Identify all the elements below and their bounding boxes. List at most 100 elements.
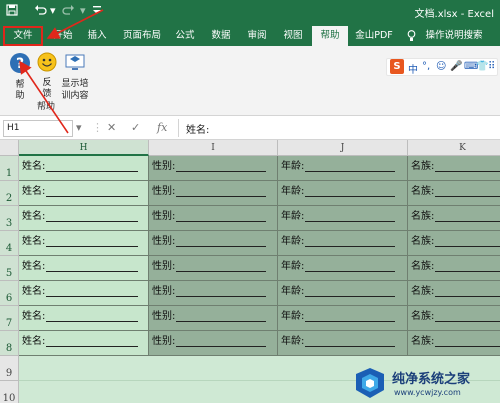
tell-me-search[interactable]: 操作说明搜索 bbox=[420, 27, 488, 44]
watermark-text: 纯净系统之家 bbox=[392, 372, 471, 387]
help-button[interactable]: ? 帮助 bbox=[8, 52, 32, 102]
column-header-i[interactable]: I bbox=[149, 140, 278, 156]
cell-h1[interactable]: 姓名: bbox=[19, 156, 149, 181]
select-all-corner[interactable] bbox=[0, 140, 19, 156]
cell-j8[interactable]: 年龄: bbox=[278, 331, 408, 356]
confirm-entry-button[interactable]: ✓ bbox=[131, 121, 140, 134]
cell-h5[interactable]: 姓名: bbox=[19, 256, 149, 281]
row-header-3[interactable]: 3 bbox=[0, 206, 19, 231]
cell-j4[interactable]: 年龄: bbox=[278, 231, 408, 256]
cell-label: 姓名: bbox=[22, 161, 46, 172]
feedback-button[interactable]: 反馈 bbox=[36, 52, 58, 100]
lightbulb-icon bbox=[404, 27, 418, 44]
fill-in-underline bbox=[176, 235, 267, 247]
tab-view[interactable]: 视图 bbox=[278, 27, 308, 44]
ime-chinese-mode[interactable]: 中 bbox=[408, 61, 418, 76]
cell-k6[interactable]: 名族: bbox=[408, 281, 500, 306]
name-box[interactable]: H1 bbox=[3, 120, 73, 137]
skin-icon[interactable]: 👕 bbox=[476, 61, 488, 72]
ime-punctuation[interactable]: °, bbox=[422, 61, 430, 72]
customize-icon[interactable] bbox=[92, 4, 102, 19]
row-header-7[interactable]: 7 bbox=[0, 306, 19, 331]
row-header-6[interactable]: 6 bbox=[0, 281, 19, 306]
cell-k4[interactable]: 名族: bbox=[408, 231, 500, 256]
column-header-j[interactable]: J bbox=[278, 140, 408, 156]
undo-dropdown-icon[interactable]: ▾ bbox=[50, 4, 56, 17]
ribbon-tabs: 文件 开始 插入 页面布局 公式 数据 审阅 视图 帮助 金山PDF 操作说明搜… bbox=[0, 24, 500, 46]
tab-help[interactable]: 帮助 bbox=[312, 26, 348, 46]
fill-in-underline bbox=[176, 185, 267, 197]
ime-menu-icon[interactable]: ⠿ bbox=[488, 61, 495, 72]
watermark-logo-icon bbox=[356, 368, 384, 398]
cell-h10[interactable] bbox=[19, 381, 149, 403]
cell-j6[interactable]: 年龄: bbox=[278, 281, 408, 306]
cell-h3[interactable]: 姓名: bbox=[19, 206, 149, 231]
cell-i6[interactable]: 性别: bbox=[149, 281, 278, 306]
cell-label: 性别: bbox=[152, 161, 176, 172]
cell-i5[interactable]: 性别: bbox=[149, 256, 278, 281]
microphone-icon[interactable]: 🎤 bbox=[450, 61, 462, 72]
row-header-1[interactable]: 1 bbox=[0, 156, 19, 181]
redo-dropdown-icon[interactable]: ▾ bbox=[80, 4, 86, 17]
cell-h7[interactable]: 姓名: bbox=[19, 306, 149, 331]
cell-i3[interactable]: 性别: bbox=[149, 206, 278, 231]
cell-h9[interactable] bbox=[19, 356, 149, 381]
row-header-8[interactable]: 8 bbox=[0, 331, 19, 356]
cell-i9[interactable] bbox=[149, 356, 278, 381]
insert-function-button[interactable]: fx bbox=[157, 121, 167, 134]
cell-j3[interactable]: 年龄: bbox=[278, 206, 408, 231]
cell-i7[interactable]: 性别: bbox=[149, 306, 278, 331]
cell-label: 年龄: bbox=[281, 186, 305, 197]
cell-label: 年龄: bbox=[281, 261, 305, 272]
tab-insert[interactable]: 插入 bbox=[82, 27, 112, 44]
name-box-dropdown-icon[interactable]: ▾ bbox=[76, 121, 82, 134]
tab-home[interactable]: 开始 bbox=[48, 27, 78, 44]
row-header-4[interactable]: 4 bbox=[0, 231, 19, 256]
cell-k1[interactable]: 名族: bbox=[408, 156, 500, 181]
cell-k2[interactable]: 名族: bbox=[408, 181, 500, 206]
column-header-k[interactable]: K bbox=[408, 140, 500, 156]
cell-k3[interactable]: 名族: bbox=[408, 206, 500, 231]
column-header-h[interactable]: H bbox=[19, 140, 149, 156]
formula-input[interactable]: 姓名: bbox=[186, 121, 209, 136]
cell-j1[interactable]: 年龄: bbox=[278, 156, 408, 181]
tab-page-layout[interactable]: 页面布局 bbox=[118, 27, 166, 44]
file-tab-highlight-box bbox=[3, 26, 43, 46]
cell-i8[interactable]: 性别: bbox=[149, 331, 278, 356]
row-header-2[interactable]: 2 bbox=[0, 181, 19, 206]
cell-label: 年龄: bbox=[281, 286, 305, 297]
fill-in-underline bbox=[176, 210, 267, 222]
row-header-5[interactable]: 5 bbox=[0, 256, 19, 281]
cell-j2[interactable]: 年龄: bbox=[278, 181, 408, 206]
row-header-10[interactable]: 10 bbox=[0, 381, 19, 403]
cell-j5[interactable]: 年龄: bbox=[278, 256, 408, 281]
show-training-button[interactable]: 显示培 训内容 bbox=[60, 52, 90, 102]
cell-i2[interactable]: 性别: bbox=[149, 181, 278, 206]
cell-k7[interactable]: 名族: bbox=[408, 306, 500, 331]
worksheet-grid[interactable]: HIJK 1 姓名: 性别: 年龄: 名族: 2 姓名: 性别: 年龄: 名族: 3 姓名: 性别: 年龄… bbox=[0, 140, 500, 403]
tab-formulas[interactable]: 公式 bbox=[170, 27, 200, 44]
tab-data[interactable]: 数据 bbox=[206, 27, 236, 44]
cell-label: 性别: bbox=[152, 186, 176, 197]
tab-jinshan-pdf[interactable]: 金山PDF bbox=[350, 27, 398, 44]
cell-i4[interactable]: 性别: bbox=[149, 231, 278, 256]
cancel-entry-button[interactable]: ✕ bbox=[107, 121, 116, 134]
row-header-9[interactable]: 9 bbox=[0, 356, 19, 381]
cell-h2[interactable]: 姓名: bbox=[19, 181, 149, 206]
cell-h4[interactable]: 姓名: bbox=[19, 231, 149, 256]
emoji-icon[interactable]: ☺ bbox=[436, 61, 446, 72]
save-icon[interactable] bbox=[6, 4, 18, 19]
fill-in-underline bbox=[305, 235, 396, 247]
cell-h8[interactable]: 姓名: bbox=[19, 331, 149, 356]
redo-icon[interactable] bbox=[62, 4, 75, 19]
undo-icon[interactable] bbox=[34, 4, 47, 19]
cell-h6[interactable]: 姓名: bbox=[19, 281, 149, 306]
ime-toolbar[interactable]: S 中 °, ☺ 🎤 ⌨ 👕 ⠿ bbox=[386, 58, 498, 76]
cell-i1[interactable]: 性别: bbox=[149, 156, 278, 181]
cell-i10[interactable] bbox=[149, 381, 278, 403]
cell-j7[interactable]: 年龄: bbox=[278, 306, 408, 331]
cell-k5[interactable]: 名族: bbox=[408, 256, 500, 281]
cell-k8[interactable]: 名族: bbox=[408, 331, 500, 356]
tab-review[interactable]: 审阅 bbox=[242, 27, 272, 44]
fill-in-underline bbox=[46, 285, 139, 297]
